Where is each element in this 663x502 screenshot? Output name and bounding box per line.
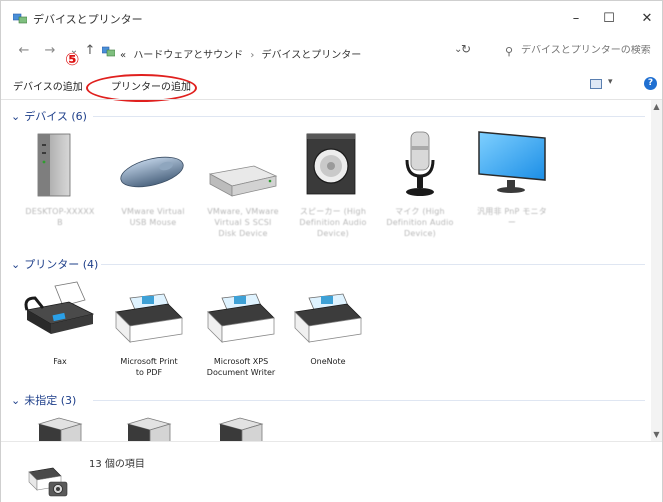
device-box-icon bbox=[126, 417, 172, 441]
devices-printers-large-icon bbox=[28, 467, 68, 497]
control-panel-icon bbox=[102, 46, 115, 57]
device-label: 汎用非 PnP モニタ ー bbox=[477, 207, 547, 227]
device-label: DESKTOP-XXXXX B bbox=[25, 207, 95, 227]
devices-printers-app-icon bbox=[13, 13, 27, 24]
computer-tower-icon bbox=[37, 133, 71, 197]
scroll-down-icon[interactable]: ▼ bbox=[651, 430, 662, 439]
device-label: VMware Virtual USB Mouse bbox=[121, 207, 185, 227]
collapse-chevron-icon: ⌄ bbox=[11, 394, 21, 407]
scroll-up-icon[interactable]: ▲ bbox=[651, 102, 662, 111]
collapse-chevron-icon: ⌄ bbox=[11, 258, 21, 271]
add-device-button[interactable]: デバイスの追加 bbox=[13, 78, 83, 93]
device-label: VMware, VMware Virtual S SCSI Disk Devic… bbox=[207, 207, 279, 238]
group-header-unspecified[interactable]: ⌄ 未指定 (3) bbox=[11, 392, 76, 408]
item-count: 13 個の項目 bbox=[89, 459, 145, 470]
search-icon: ⚲ bbox=[505, 45, 514, 58]
printer-label: OneNote bbox=[310, 357, 346, 366]
search-box[interactable]: ⚲ bbox=[492, 41, 656, 63]
navigation-bar: ← → ⌄ ↑ « ハードウェアとサウンド › デバイスとプリンター ⌄ ↻ ⚲ bbox=[1, 39, 662, 65]
group-divider bbox=[101, 264, 645, 265]
view-options-dropdown-icon[interactable]: ▾ bbox=[608, 77, 613, 87]
device-box-icon bbox=[218, 417, 264, 441]
mouse-icon bbox=[120, 156, 184, 188]
annotation-circle bbox=[86, 74, 197, 102]
printer-label: Microsoft XPS Document Writer bbox=[206, 357, 276, 377]
printer-label: Fax bbox=[53, 357, 67, 366]
group-header-devices[interactable]: ⌄ デバイス (6) bbox=[11, 108, 87, 124]
monitor-icon bbox=[478, 131, 546, 193]
group-divider bbox=[93, 400, 645, 401]
refresh-icon[interactable]: ↻ bbox=[461, 42, 471, 56]
group-header-printers[interactable]: ⌄ プリンター (4) bbox=[11, 256, 98, 272]
details-pane: 13 個の項目 bbox=[1, 441, 662, 502]
forward-arrow-icon[interactable]: → bbox=[41, 42, 59, 60]
device-box-icon bbox=[37, 417, 83, 441]
breadcrumb-overflow[interactable]: « bbox=[120, 50, 126, 61]
view-options-icon[interactable] bbox=[590, 79, 602, 89]
microphone-icon bbox=[405, 131, 435, 196]
group-divider bbox=[93, 116, 645, 117]
device-list: ⌄ デバイス (6) DESKTOP-XXXXX B VMware Virtual… bbox=[1, 100, 651, 441]
vertical-scrollbar[interactable]: ▲ ▼ bbox=[651, 100, 662, 441]
close-button[interactable]: ✕ bbox=[625, 7, 663, 31]
printer-label: Microsoft Print to PDF bbox=[120, 357, 178, 377]
help-icon[interactable]: ? bbox=[644, 77, 657, 90]
fax-icon bbox=[24, 281, 95, 334]
devices-and-printers-window: デバイスとプリンター – ☐ ✕ ← → ⌄ ↑ « ハードウェアとサウンド ›… bbox=[0, 0, 663, 502]
speaker-icon bbox=[306, 133, 356, 195]
window-title: デバイスとプリンター bbox=[33, 13, 143, 26]
title-bar: デバイスとプリンター – ☐ ✕ bbox=[1, 1, 662, 35]
collapse-chevron-icon: ⌄ bbox=[11, 110, 21, 123]
printer-icon bbox=[294, 293, 362, 343]
address-bar[interactable]: « ハードウェアとサウンド › デバイスとプリンター ⌄ bbox=[95, 41, 485, 63]
storage-drive-icon bbox=[208, 165, 278, 197]
breadcrumb-devices-printers[interactable]: デバイスとプリンター bbox=[262, 50, 362, 61]
breadcrumb-hardware-sound[interactable]: ハードウェアとサウンド bbox=[133, 50, 243, 61]
back-arrow-icon[interactable]: ← bbox=[15, 42, 33, 60]
device-label: マイク (High Definition Audio Device) bbox=[386, 207, 454, 238]
annotation-step-number: ⑤ bbox=[65, 50, 80, 70]
breadcrumb: « ハードウェアとサウンド › デバイスとプリンター bbox=[120, 46, 361, 61]
breadcrumb-separator: › bbox=[250, 50, 255, 61]
search-input[interactable] bbox=[521, 45, 651, 56]
device-label: スピーカー (High Definition Audio Device) bbox=[299, 207, 367, 238]
printer-icon bbox=[115, 293, 183, 343]
printer-icon bbox=[207, 293, 275, 343]
